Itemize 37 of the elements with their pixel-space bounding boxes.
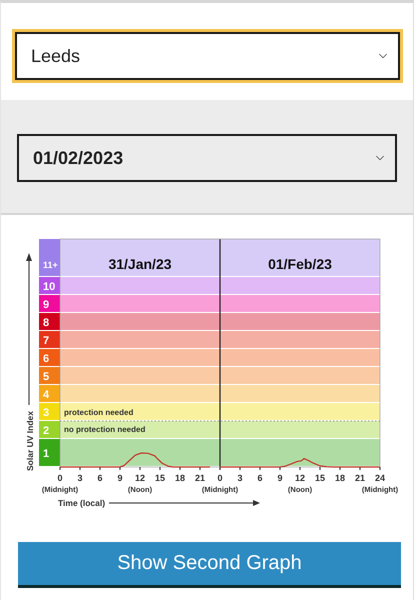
y-axis-label: Solar UV Index bbox=[25, 411, 35, 471]
tick-label: 6 bbox=[98, 473, 102, 483]
tick-label: 9 bbox=[118, 473, 122, 483]
day-title: 01/Feb/23 bbox=[268, 256, 332, 272]
tick-label: 12 bbox=[295, 473, 305, 483]
uv-level-label: 2 bbox=[43, 425, 50, 437]
tick-label: 6 bbox=[258, 473, 262, 483]
tick-label: 15 bbox=[155, 473, 165, 483]
date-select[interactable]: 01/02/2023 bbox=[17, 134, 397, 182]
uv-level-label: 3 bbox=[43, 407, 50, 419]
uv-level-label: 10 bbox=[43, 281, 56, 293]
uv-level-label: 5 bbox=[43, 371, 50, 383]
uv-level-label: 1 bbox=[43, 448, 50, 460]
protection-label: no protection needed bbox=[64, 425, 146, 434]
tick-label: 21 bbox=[195, 473, 205, 483]
uv-level-label: 7 bbox=[43, 335, 50, 347]
tick-label: 18 bbox=[175, 473, 185, 483]
uv-level-label: 9 bbox=[43, 299, 50, 311]
uv-level-label: 8 bbox=[43, 317, 50, 329]
tick-label: 0 bbox=[58, 473, 62, 483]
tick-label: 21 bbox=[355, 473, 365, 483]
tick-label: 9 bbox=[278, 473, 282, 483]
uv-level-label: 6 bbox=[43, 353, 50, 365]
tick-label: 24 bbox=[375, 473, 385, 483]
tick-label: 12 bbox=[135, 473, 145, 483]
protection-label: protection needed bbox=[64, 408, 134, 417]
location-select[interactable]: Leeds bbox=[15, 32, 400, 80]
show-second-graph-button[interactable]: Show Second Graph bbox=[18, 542, 401, 588]
tick-label: 0 bbox=[218, 473, 222, 483]
day-title: 31/Jan/23 bbox=[108, 256, 172, 272]
tick-label: 18 bbox=[335, 473, 345, 483]
tick-label: 3 bbox=[238, 473, 242, 483]
uv-level-label: 11+ bbox=[43, 260, 58, 270]
tick-label: 3 bbox=[78, 473, 82, 483]
tick-label: 15 bbox=[315, 473, 325, 483]
x-axis-label: Time (local) bbox=[58, 498, 106, 508]
uv-level-label: 4 bbox=[43, 389, 50, 401]
